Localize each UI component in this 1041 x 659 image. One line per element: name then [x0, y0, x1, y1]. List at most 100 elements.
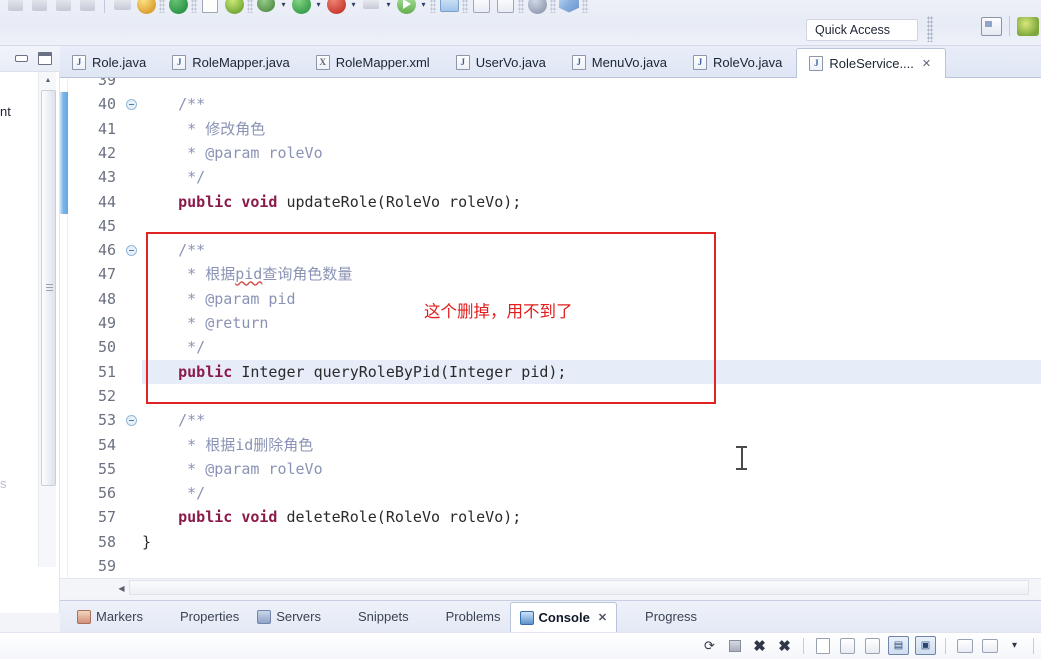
code-line[interactable]: * 根据id删除角色 — [142, 433, 1041, 457]
close-icon[interactable]: ✕ — [922, 57, 931, 70]
code-line[interactable]: * @param roleVo — [142, 457, 1041, 481]
build-icon[interactable] — [135, 0, 157, 15]
debug-bug-icon[interactable] — [255, 0, 277, 15]
toolbar-grip[interactable] — [582, 0, 588, 13]
chevron-down-icon[interactable]: ▾ — [384, 0, 393, 9]
code-line[interactable]: * @return — [142, 311, 1041, 335]
scrollbar-thumb[interactable] — [41, 90, 56, 486]
refresh-icon[interactable] — [223, 0, 245, 15]
new-java-class-icon[interactable] — [470, 0, 492, 15]
scrollbar-track[interactable] — [129, 580, 1029, 595]
folding-ruler[interactable] — [124, 78, 142, 578]
editor-tab-rolemapper-java[interactable]: J RoleMapper.java — [160, 46, 304, 78]
run-green-icon[interactable] — [167, 0, 189, 15]
show-console-icon[interactable]: ▤ — [888, 636, 909, 655]
new-console-icon[interactable] — [955, 636, 974, 655]
scroll-up-icon[interactable]: ▲ — [39, 72, 57, 88]
terminate-icon[interactable] — [725, 636, 744, 655]
chevron-down-icon[interactable]: ▾ — [349, 0, 358, 9]
editor-tab-menuvo-java[interactable]: J MenuVo.java — [560, 46, 681, 78]
editor-horizontal-scrollbar[interactable]: ◀ — [60, 578, 1041, 596]
scroll-lock-icon[interactable] — [838, 636, 857, 655]
toolbar-grip[interactable] — [550, 0, 556, 13]
bottom-tab-console[interactable]: Console ✕ — [509, 602, 618, 632]
bottom-tab-properties[interactable]: Properties — [152, 603, 248, 631]
fold-collapse-icon[interactable] — [126, 99, 137, 111]
bottom-tab-servers[interactable]: Servers — [248, 603, 330, 631]
open-folder-icon[interactable] — [438, 0, 460, 15]
toolbar-grip[interactable] — [191, 0, 197, 13]
fold-collapse-icon[interactable] — [126, 245, 137, 257]
close-icon[interactable]: ✕ — [598, 611, 607, 624]
code-line[interactable]: */ — [142, 481, 1041, 505]
resume-icon[interactable] — [395, 0, 417, 15]
code-line[interactable]: * @param roleVo — [142, 141, 1041, 165]
code-token: 删除角色 — [253, 435, 314, 454]
code-line[interactable]: /** — [142, 238, 1041, 262]
code-line[interactable]: /** — [142, 92, 1041, 116]
java-perspective-icon[interactable] — [1017, 16, 1039, 36]
chevron-down-icon[interactable]: ▾ — [419, 0, 428, 9]
minimize-icon[interactable] — [15, 55, 28, 62]
fold-collapse-icon[interactable] — [126, 415, 137, 427]
code-editor[interactable]: 39 40 41 42 43 44 45 46 47 48 49 50 51 52 53 54 55 56 57 58… — [60, 78, 1041, 578]
bottom-tab-markers[interactable]: Markers — [68, 603, 152, 631]
code-line[interactable]: */ — [142, 335, 1041, 359]
scroll-left-icon[interactable]: ◀ — [114, 581, 129, 595]
editor-tab-uservo-java[interactable]: J UserVo.java — [444, 46, 560, 78]
editor-tab-rolemapper-xml[interactable]: X RoleMapper.xml — [304, 46, 444, 78]
new-package-icon[interactable] — [494, 0, 516, 15]
editor-tab-rolevo-java[interactable]: J RoleVo.java — [681, 46, 796, 78]
remove-launch-icon[interactable]: ✖ — [750, 636, 769, 655]
link-icon[interactable] — [111, 0, 133, 15]
clear-console-icon[interactable] — [813, 636, 832, 655]
redo-icon[interactable] — [28, 0, 50, 15]
remove-all-launches-icon[interactable]: ✖ — [775, 636, 794, 655]
chevron-down-icon[interactable]: ▾ — [1005, 636, 1024, 655]
code-line[interactable]: } — [142, 530, 1041, 554]
stop-red-icon[interactable] — [325, 0, 347, 15]
quick-access-field[interactable]: Quick Access — [806, 19, 918, 41]
back-icon[interactable] — [52, 0, 74, 15]
run-icon[interactable] — [290, 0, 312, 15]
maximize-icon[interactable] — [38, 52, 52, 65]
code-line[interactable] — [142, 214, 1041, 238]
toolbar-grip[interactable] — [247, 0, 253, 13]
code-line[interactable]: /** — [142, 408, 1041, 432]
toolbar-grip[interactable] — [927, 16, 933, 42]
bottom-tab-problems[interactable]: Problems — [418, 603, 510, 631]
code-line[interactable]: * 修改角色 — [142, 117, 1041, 141]
bottom-tab-progress[interactable]: Progress — [617, 603, 706, 631]
editor-tab-roleservice[interactable]: J RoleService.... ✕ — [796, 48, 947, 78]
terminate-all-icon[interactable]: ⟳ — [700, 636, 719, 655]
skip-icon[interactable] — [360, 0, 382, 15]
toolbar-grip[interactable] — [159, 0, 165, 13]
code-line[interactable]: */ — [142, 165, 1041, 189]
document-icon[interactable] — [199, 0, 221, 15]
code-line[interactable]: * @param pid — [142, 287, 1041, 311]
open-perspective-icon[interactable] — [981, 16, 1002, 36]
code-line[interactable]: public void updateRole(RoleVo roleVo); — [142, 190, 1041, 214]
code-line[interactable] — [142, 554, 1041, 578]
left-panel-scrollbar[interactable]: ▲ — [38, 72, 56, 567]
code-text-area[interactable]: /** * 修改角色 * @param roleVo */ public voi… — [142, 78, 1041, 578]
forward-icon[interactable] — [76, 0, 98, 15]
undo-icon[interactable] — [4, 0, 26, 15]
search-icon[interactable] — [526, 0, 548, 15]
cube-icon[interactable] — [558, 0, 580, 15]
toolbar-grip[interactable] — [518, 0, 524, 13]
chevron-down-icon[interactable]: ▾ — [279, 0, 288, 9]
code-line[interactable]: * 根据pid查询角色数量 — [142, 262, 1041, 286]
code-line[interactable] — [142, 384, 1041, 408]
code-line[interactable]: public void deleteRole(RoleVo roleVo); — [142, 505, 1041, 529]
chevron-down-icon[interactable]: ▾ — [314, 0, 323, 9]
code-line-current[interactable]: public Integer queryRoleByPid(Integer pi… — [142, 359, 1041, 384]
display-menu-icon[interactable] — [980, 636, 999, 655]
pin-console-icon[interactable]: ▣ — [915, 636, 936, 655]
toolbar-grip[interactable] — [462, 0, 468, 13]
editor-tab-role-java[interactable]: J Role.java — [60, 46, 160, 78]
word-wrap-icon[interactable] — [863, 636, 882, 655]
toolbar-grip[interactable] — [430, 0, 436, 13]
bottom-tab-snippets[interactable]: Snippets — [330, 603, 418, 631]
